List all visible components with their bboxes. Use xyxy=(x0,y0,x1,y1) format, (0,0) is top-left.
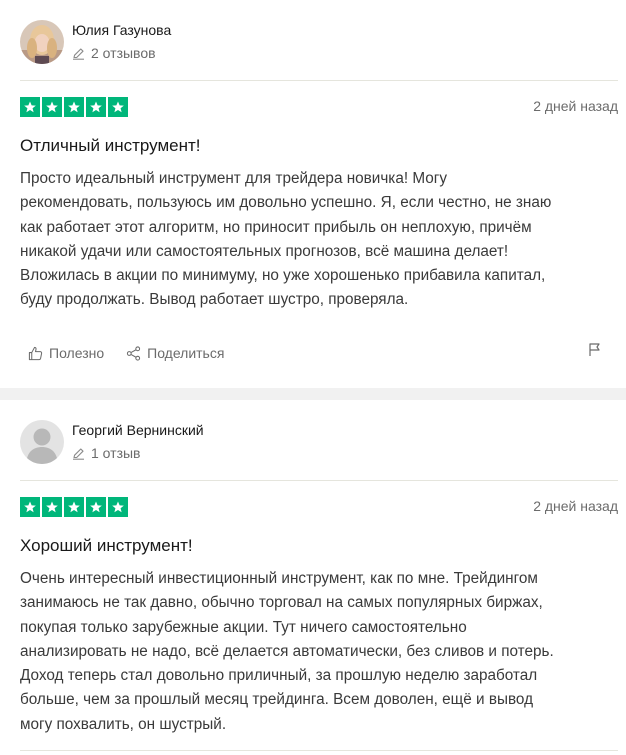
share-label: Поделиться xyxy=(147,345,225,361)
review-body-line: Очень интересный инвестиционный инструме… xyxy=(20,570,538,587)
useful-button[interactable]: Полезно xyxy=(28,345,104,361)
star-icon xyxy=(108,497,128,517)
pencil-icon xyxy=(73,447,84,460)
review-body-line: Доход теперь стал довольно приличный, за… xyxy=(20,667,538,685)
divider xyxy=(20,80,618,81)
review-count-label: 2 отзывов xyxy=(91,45,156,61)
report-flag-button[interactable] xyxy=(588,342,602,357)
review-body-line: анализировать не надо, всё делается авто… xyxy=(20,642,554,660)
review-card: Георгий Вернинский 1 отзыв 2 дней назад … xyxy=(0,400,626,755)
useful-label: Полезно xyxy=(49,345,105,361)
section-separator xyxy=(0,388,626,400)
star-icon xyxy=(64,97,84,117)
review-body-line: никакой удачи или самостоятельных прогно… xyxy=(20,242,509,260)
review-title[interactable]: Хороший инструмент! xyxy=(20,536,193,556)
author-name[interactable]: Георгий Вернинский xyxy=(72,422,204,438)
review-count-label: 1 отзыв xyxy=(91,445,141,461)
share-icon xyxy=(127,345,141,361)
flag-icon xyxy=(589,343,600,356)
star-icon xyxy=(42,97,62,117)
review-body-line: буду продолжать. Вывод работает шустро, … xyxy=(20,291,409,309)
avatar[interactable] xyxy=(20,20,64,64)
reviews-page: Юлия Газунова 2 отзывов 2 дней назад Отл… xyxy=(0,0,626,755)
star-rating xyxy=(20,497,128,517)
review-body-line: как работает этот алгоритм, но приносит … xyxy=(20,218,532,236)
thumbs-up-icon xyxy=(28,346,43,360)
avatar[interactable] xyxy=(20,420,64,464)
pencil-icon xyxy=(73,47,84,60)
review-body-line: больше, чем за прошлый месяц трейдинга. … xyxy=(20,691,533,709)
star-icon xyxy=(20,497,40,517)
review-body: Просто идеальный инструмент для трейдера… xyxy=(20,167,620,313)
star-icon xyxy=(86,497,106,517)
divider xyxy=(20,480,618,481)
review-count: 1 отзыв xyxy=(72,445,141,461)
review-count: 2 отзывов xyxy=(72,45,156,61)
review-card: Юлия Газунова 2 отзывов 2 дней назад Отл… xyxy=(0,0,626,388)
star-icon xyxy=(20,97,40,117)
divider xyxy=(20,750,618,751)
author-name[interactable]: Юлия Газунова xyxy=(72,22,171,38)
star-icon xyxy=(64,497,84,517)
review-date: 2 дней назад xyxy=(533,498,618,514)
star-rating xyxy=(20,97,128,117)
star-icon xyxy=(42,497,62,517)
review-body-line: занимаюсь не так давно, обычно торговал … xyxy=(20,594,543,612)
review-body-line: рекомендовать, пользуюсь им довольно усп… xyxy=(20,194,552,212)
star-icon xyxy=(86,97,106,117)
review-actions: Полезно Поделиться xyxy=(28,345,224,361)
review-title[interactable]: Отличный инструмент! xyxy=(20,136,201,156)
review-body: Очень интересный инвестиционный инструме… xyxy=(20,567,620,737)
review-body-line: Вложилась в акции по минимуму, но уже хо… xyxy=(20,267,546,285)
review-body-line: покупая только зарубежные акции. Тут нич… xyxy=(20,618,467,636)
review-body-line: Просто идеальный инструмент для трейдера… xyxy=(20,170,447,187)
share-button[interactable]: Поделиться xyxy=(126,345,224,361)
review-body-line: могу похвалить, он шустрый. xyxy=(20,715,227,733)
star-icon xyxy=(108,97,128,117)
review-date: 2 дней назад xyxy=(533,98,618,114)
